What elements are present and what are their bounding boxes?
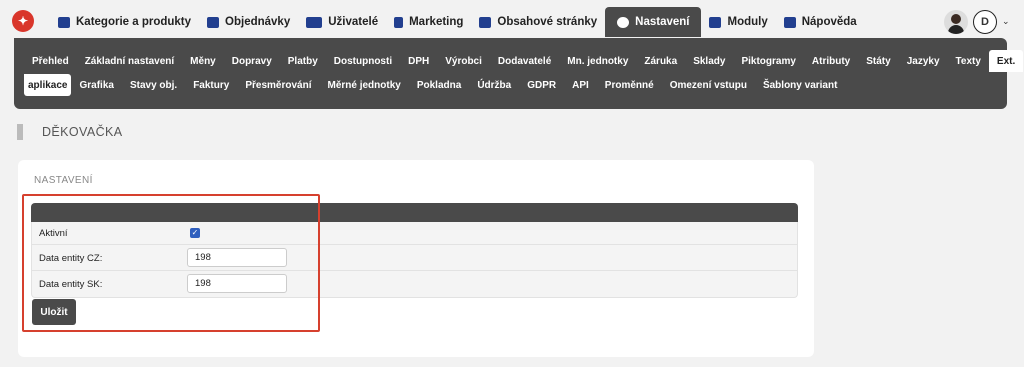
submenu-item-ext-aplikace[interactable]: Ext. xyxy=(988,50,1024,72)
settings-submenu: Přehled Základní nastavení Měny Dopravy … xyxy=(14,38,1024,109)
settings-form: Aktivní ✓ Data entity CZ: Data entity SK… xyxy=(31,222,798,298)
edit-icon xyxy=(479,16,492,28)
submenu-row-2: aplikace Grafika Stavy obj. Faktury Přes… xyxy=(24,74,845,96)
save-button[interactable]: Uložit xyxy=(32,299,76,325)
cart-icon xyxy=(58,16,70,28)
submenu-item[interactable]: Dodavatelé xyxy=(490,50,559,72)
section-title: NASTAVENÍ xyxy=(34,175,93,186)
active-checkbox[interactable]: ✓ xyxy=(190,228,200,238)
submenu-item[interactable]: Výrobci xyxy=(437,50,490,72)
top-navigation: ✦ Kategorie a produkty Objednávky Uživat… xyxy=(0,0,1024,40)
sk-label: Data entity SK: xyxy=(39,279,103,290)
submenu-item[interactable]: Mn. jednotky xyxy=(559,50,636,72)
submenu-row-1: Přehled Základní nastavení Měny Dopravy … xyxy=(24,50,1024,72)
nav-objednavky[interactable]: Objednávky xyxy=(199,8,298,36)
nav-obsahove-stranky[interactable]: Obsahové stránky xyxy=(471,8,605,36)
submenu-item[interactable]: Dopravy xyxy=(224,50,280,72)
nav-label: Kategorie a produkty xyxy=(76,16,192,28)
nav-label: Nápověda xyxy=(801,16,857,28)
nav-label: Uživatelé xyxy=(328,16,379,28)
nav-label: Marketing xyxy=(409,16,464,28)
active-label: Aktivní xyxy=(39,228,68,239)
submenu-item[interactable]: Dostupnosti xyxy=(326,50,400,72)
submenu-item[interactable]: Údržba xyxy=(469,74,519,96)
nav-label: Nastavení xyxy=(635,16,690,28)
nav-kategorie-a-produkty[interactable]: Kategorie a produkty xyxy=(50,8,199,36)
logo-icon[interactable]: ✦ xyxy=(12,10,34,32)
submenu-item[interactable]: Státy xyxy=(858,50,898,72)
submenu-item[interactable]: Texty xyxy=(948,50,989,72)
nav-moduly[interactable]: Moduly xyxy=(701,8,775,36)
avatar-head xyxy=(951,14,961,24)
main-menu: Kategorie a produkty Objednávky Uživatel… xyxy=(50,7,865,37)
submenu-item[interactable]: API xyxy=(564,74,597,96)
submenu-item[interactable]: Piktogramy xyxy=(733,50,803,72)
chart-icon xyxy=(394,16,404,28)
form-row-sk: Data entity SK: xyxy=(32,271,797,297)
help-icon xyxy=(783,16,796,28)
settings-card: NASTAVENÍ Aktivní ✓ Data entity CZ: Data… xyxy=(18,160,814,357)
form-row-cz: Data entity CZ: xyxy=(32,245,797,271)
nav-napoveda[interactable]: Nápověda xyxy=(776,8,865,36)
submenu-item[interactable]: Atributy xyxy=(804,50,858,72)
submenu-item[interactable]: Jazyky xyxy=(899,50,948,72)
submenu-item-ext-aplikace-cont[interactable]: aplikace xyxy=(24,74,72,96)
submenu-item[interactable]: Platby xyxy=(280,50,326,72)
page-title: DĚKOVAČKA xyxy=(42,125,123,139)
submenu-item[interactable]: Základní nastavení xyxy=(77,50,182,72)
nav-label: Obsahové stránky xyxy=(497,16,598,28)
submenu-item[interactable]: DPH xyxy=(400,50,437,72)
nav-nastaveni[interactable]: Nastavení xyxy=(605,7,702,37)
submenu-item[interactable]: Stavy obj. xyxy=(122,74,185,96)
chevron-down-icon[interactable]: ⌄ xyxy=(1002,16,1010,27)
submenu-item[interactable]: Měrné jednotky xyxy=(319,74,408,96)
submenu-item[interactable]: Proměnné xyxy=(597,74,662,96)
page-title-accent xyxy=(17,124,23,140)
submenu-item[interactable]: Sklady xyxy=(685,50,733,72)
puzzle-icon xyxy=(709,16,722,28)
submenu-item[interactable]: Přehled xyxy=(24,50,77,72)
submenu-item[interactable]: Přesměrování xyxy=(237,74,319,96)
submenu-item[interactable]: Pokladna xyxy=(409,74,469,96)
submenu-item[interactable]: GDPR xyxy=(519,74,564,96)
submenu-item[interactable]: Faktury xyxy=(185,74,237,96)
cz-entity-input[interactable] xyxy=(187,248,287,267)
nav-label: Objednávky xyxy=(225,16,291,28)
form-row-active: Aktivní ✓ xyxy=(32,222,797,245)
nav-label: Moduly xyxy=(727,16,768,28)
gear-icon xyxy=(617,16,630,28)
cz-label: Data entity CZ: xyxy=(39,253,103,264)
avatar-body xyxy=(948,25,964,34)
submenu-item[interactable]: Měny xyxy=(182,50,224,72)
users-icon xyxy=(306,16,323,28)
user-menu-button[interactable]: D xyxy=(973,10,997,34)
form-header xyxy=(31,203,798,222)
nav-uzivatele[interactable]: Uživatelé xyxy=(298,8,386,36)
list-icon xyxy=(207,16,220,28)
submenu-item[interactable]: Šablony variant xyxy=(755,74,845,96)
submenu-item[interactable]: Omezení vstupu xyxy=(662,74,755,96)
avatar[interactable] xyxy=(944,10,968,34)
sk-entity-input[interactable] xyxy=(187,274,287,293)
nav-marketing[interactable]: Marketing xyxy=(386,8,471,36)
submenu-item[interactable]: Grafika xyxy=(71,74,121,96)
submenu-item[interactable]: Záruka xyxy=(636,50,685,72)
